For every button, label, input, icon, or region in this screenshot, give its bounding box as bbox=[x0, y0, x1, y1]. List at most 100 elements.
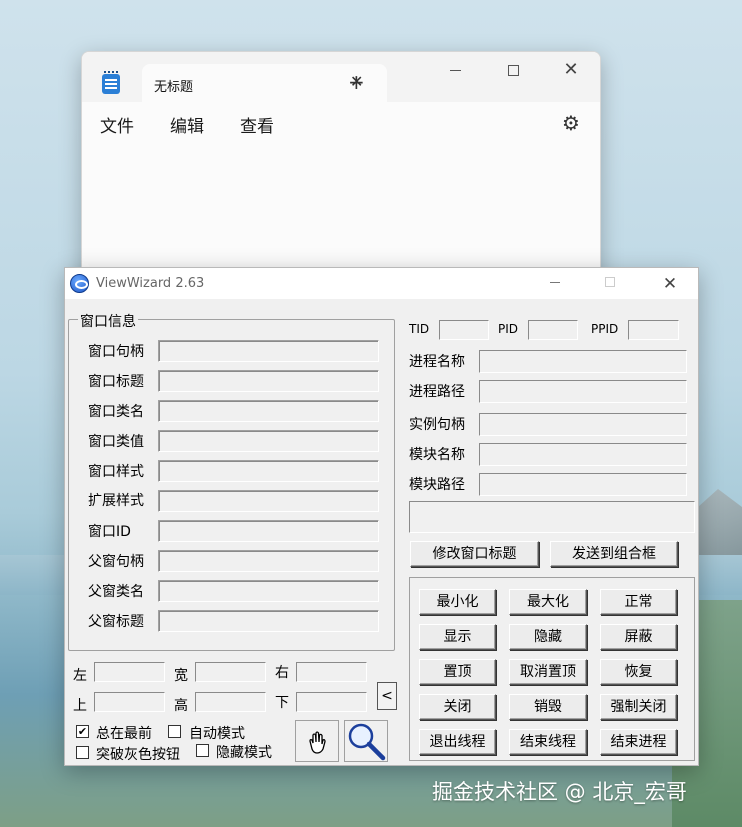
magnifier-icon bbox=[348, 723, 386, 761]
modify-title-button[interactable]: 修改窗口标题 bbox=[410, 541, 539, 567]
hand-icon bbox=[309, 731, 326, 754]
window-class-field[interactable] bbox=[158, 400, 379, 422]
vw-minimize-button[interactable] bbox=[540, 274, 570, 294]
hidden-mode-checkbox[interactable] bbox=[196, 744, 209, 757]
watermark-text: 掘金技术社区 @ 北京_宏哥 bbox=[432, 780, 687, 804]
window-title-field[interactable] bbox=[158, 370, 379, 392]
auto-mode-checkbox[interactable] bbox=[168, 725, 181, 738]
label-process-path: 进程路径 bbox=[409, 384, 465, 400]
window-handle-field[interactable] bbox=[158, 340, 379, 362]
menu-edit[interactable]: 编辑 bbox=[170, 112, 204, 137]
vw-maximize-button[interactable] bbox=[595, 274, 625, 294]
end-process-button[interactable]: 结束进程 bbox=[600, 729, 677, 755]
notepad-menubar bbox=[82, 102, 600, 144]
end-thread-button[interactable]: 结束线程 bbox=[509, 729, 587, 755]
send-to-combo-button[interactable]: 发送到组合框 bbox=[550, 541, 678, 567]
window-class-value-field[interactable] bbox=[158, 430, 379, 452]
menu-view[interactable]: 查看 bbox=[240, 112, 274, 137]
label-module-name: 模块名称 bbox=[409, 447, 465, 463]
minimize-icon bbox=[449, 69, 461, 71]
label-ex-style: 扩展样式 bbox=[88, 493, 144, 509]
maximize-window-button[interactable]: 最大化 bbox=[509, 589, 587, 615]
minimize-window-button[interactable]: 最小化 bbox=[419, 589, 496, 615]
rect-top-field[interactable] bbox=[94, 692, 165, 712]
window-id-field[interactable] bbox=[158, 520, 379, 542]
rect-width-field[interactable] bbox=[195, 662, 266, 682]
restore-button[interactable]: 恢复 bbox=[600, 659, 677, 685]
normal-window-button[interactable]: 正常 bbox=[600, 589, 677, 615]
process-name-field[interactable] bbox=[479, 350, 687, 373]
always-on-top-checkbox[interactable]: ✔ bbox=[76, 725, 89, 738]
rect-height-field[interactable] bbox=[195, 692, 266, 712]
ppid-field[interactable] bbox=[628, 320, 679, 340]
ppid-label: PPID bbox=[591, 322, 619, 336]
parent-title-field[interactable] bbox=[158, 610, 379, 632]
rect-bottom-field[interactable] bbox=[296, 692, 367, 712]
new-tab-button[interactable]: + bbox=[348, 70, 365, 94]
label-rect-right: 右 bbox=[275, 665, 289, 681]
label-window-id: 窗口ID bbox=[88, 524, 131, 540]
maximize-button[interactable] bbox=[490, 58, 536, 90]
cancel-topmost-button[interactable]: 取消置顶 bbox=[509, 659, 587, 685]
label-window-class: 窗口类名 bbox=[88, 404, 144, 420]
break-gray-checkbox[interactable] bbox=[76, 746, 89, 759]
parent-class-field[interactable] bbox=[158, 580, 379, 602]
viewwizard-app-icon bbox=[70, 274, 89, 293]
label-window-title: 窗口标题 bbox=[88, 374, 144, 390]
parent-handle-field[interactable] bbox=[158, 550, 379, 572]
label-parent-title: 父窗标题 bbox=[88, 614, 144, 630]
label-rect-width: 宽 bbox=[174, 668, 188, 684]
exit-thread-button[interactable]: 退出线程 bbox=[419, 729, 496, 755]
tid-field[interactable] bbox=[439, 320, 489, 340]
pid-field[interactable] bbox=[528, 320, 578, 340]
notepad-titlebar[interactable]: 无标题 ✕ + ✕ bbox=[82, 52, 600, 102]
rect-left-field[interactable] bbox=[94, 662, 165, 682]
auto-mode-label: 自动模式 bbox=[189, 726, 245, 742]
notepad-app-icon bbox=[102, 71, 120, 94]
hide-window-button[interactable]: 隐藏 bbox=[509, 624, 587, 650]
maximize-icon bbox=[507, 64, 519, 76]
hand-drag-tool[interactable] bbox=[295, 720, 339, 762]
label-instance-handle: 实例句柄 bbox=[409, 417, 465, 433]
label-parent-handle: 父窗句柄 bbox=[88, 554, 144, 570]
break-gray-label: 突破灰色按钮 bbox=[96, 747, 180, 763]
label-parent-class: 父窗类名 bbox=[88, 584, 144, 600]
close-button[interactable]: ✕ bbox=[548, 58, 594, 90]
module-path-field[interactable] bbox=[479, 473, 687, 496]
hidden-mode-label: 隐藏模式 bbox=[216, 745, 272, 761]
ex-style-field[interactable] bbox=[158, 490, 379, 512]
notepad-window: 无标题 ✕ + ✕ 文件 编辑 查看 ⚙ bbox=[81, 51, 601, 286]
always-on-top-label: 总在最前 bbox=[96, 726, 152, 742]
gear-icon[interactable]: ⚙ bbox=[562, 111, 580, 135]
notepad-tab-title: 无标题 bbox=[154, 80, 194, 95]
destroy-window-button[interactable]: 销毁 bbox=[509, 694, 587, 720]
collapse-arrow-button[interactable]: < bbox=[377, 682, 397, 710]
label-rect-bottom: 下 bbox=[275, 695, 289, 711]
topmost-button[interactable]: 置顶 bbox=[419, 659, 496, 685]
module-name-field[interactable] bbox=[479, 443, 687, 466]
label-window-style: 窗口样式 bbox=[88, 464, 144, 480]
menu-file[interactable]: 文件 bbox=[100, 112, 134, 137]
magnifier-drag-tool[interactable] bbox=[344, 720, 388, 762]
viewwizard-window: ViewWizard 2.63 ✕ 窗口信息 窗口句柄 窗口标题 窗口类名 窗口… bbox=[64, 267, 699, 766]
window-info-group-label: 窗口信息 bbox=[78, 311, 138, 331]
minimize-button[interactable] bbox=[432, 58, 478, 90]
vw-close-button[interactable]: ✕ bbox=[655, 274, 685, 294]
window-style-field[interactable] bbox=[158, 460, 379, 482]
force-close-button[interactable]: 强制关闭 bbox=[600, 694, 677, 720]
label-process-name: 进程名称 bbox=[409, 354, 465, 370]
viewwizard-titlebar[interactable]: ViewWizard 2.63 ✕ bbox=[65, 268, 698, 299]
maximize-icon bbox=[605, 277, 615, 287]
minimize-icon bbox=[550, 281, 560, 283]
combo-text-box[interactable] bbox=[409, 501, 695, 533]
label-rect-left: 左 bbox=[73, 668, 87, 684]
label-module-path: 模块路径 bbox=[409, 477, 465, 493]
tid-label: TID bbox=[409, 322, 430, 336]
show-window-button[interactable]: 显示 bbox=[419, 624, 496, 650]
instance-handle-field[interactable] bbox=[479, 413, 687, 436]
process-path-field[interactable] bbox=[479, 380, 687, 403]
close-window-button[interactable]: 关闭 bbox=[419, 694, 496, 720]
rect-right-field[interactable] bbox=[296, 662, 367, 682]
pid-label: PID bbox=[498, 322, 519, 336]
block-window-button[interactable]: 屏蔽 bbox=[600, 624, 677, 650]
